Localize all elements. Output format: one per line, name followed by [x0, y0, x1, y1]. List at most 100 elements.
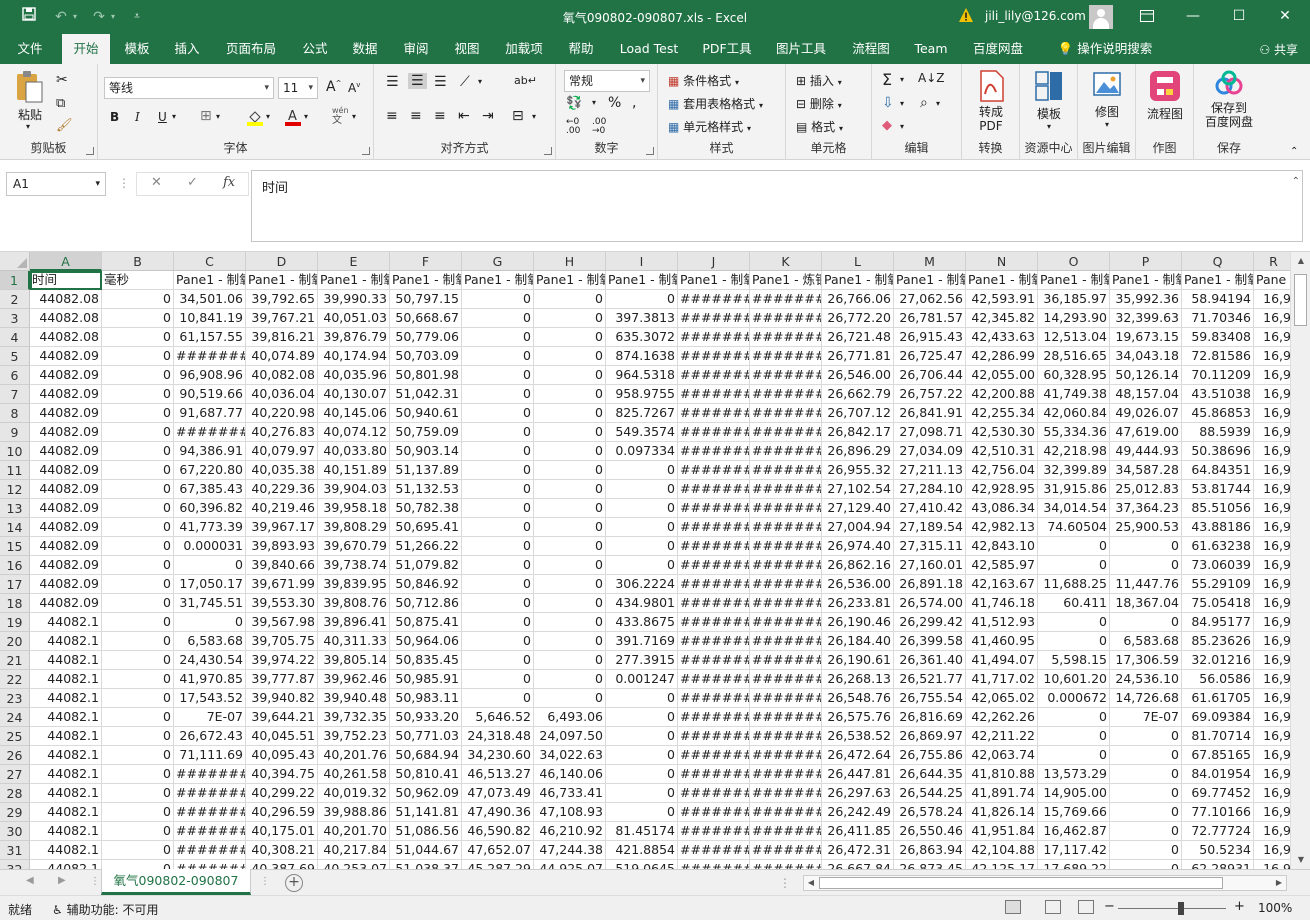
table-cell[interactable]: 26,578.24	[894, 803, 966, 822]
table-cell[interactable]: 53.81744	[1182, 480, 1254, 499]
table-cell[interactable]: 60,396.82	[174, 499, 246, 518]
table-cell[interactable]: 39,738.74	[318, 556, 390, 575]
table-cell[interactable]: #######	[750, 594, 822, 613]
table-cell[interactable]: 434.9801	[606, 594, 678, 613]
worksheet-grid[interactable]: ABCDEFGHIJKLMNOPQR 1 2 3 4 5 6 7 8 9 10 11 12 13 14 15…	[0, 252, 1290, 869]
table-cell[interactable]: #######	[678, 860, 750, 869]
format-painter-icon[interactable]: 🖌	[56, 118, 73, 133]
table-cell[interactable]: 50,684.94	[390, 746, 462, 765]
row-header[interactable]: 29	[0, 803, 30, 822]
table-cell[interactable]: 0	[534, 537, 606, 556]
table-cell[interactable]: 0.000031	[174, 537, 246, 556]
table-cell[interactable]: 69.09384	[1182, 708, 1254, 727]
copy-icon[interactable]: ⧉	[56, 96, 65, 111]
table-cell[interactable]: 0	[102, 765, 174, 784]
table-cell[interactable]: 26,268.13	[822, 670, 894, 689]
table-cell[interactable]: 40,220.98	[246, 404, 318, 423]
table-cell[interactable]: 42,756.04	[966, 461, 1038, 480]
column-header-o[interactable]: O	[1038, 252, 1110, 271]
table-cell[interactable]: 25,900.53	[1110, 518, 1182, 537]
table-cell[interactable]: 44082.1	[30, 746, 102, 765]
table-cell[interactable]: 0	[462, 347, 534, 366]
table-cell[interactable]: #######	[750, 784, 822, 803]
table-cell[interactable]: #######	[750, 708, 822, 727]
table-cell[interactable]: 44082.1	[30, 860, 102, 869]
table-cell[interactable]: 44082.1	[30, 670, 102, 689]
table-cell[interactable]: #######	[750, 480, 822, 499]
table-cell[interactable]: 40,051.03	[318, 309, 390, 328]
table-cell[interactable]: 26,190.61	[822, 651, 894, 670]
borders-icon[interactable]: ⊞	[200, 108, 212, 124]
clear-dropdown-icon[interactable]: ▾	[900, 122, 904, 131]
table-cell[interactable]: 0	[534, 689, 606, 708]
previous-sheet-icon[interactable]: ◀	[26, 875, 34, 886]
table-cell[interactable]: 0	[462, 651, 534, 670]
comma-style-icon[interactable]: ,	[632, 95, 636, 111]
table-cell[interactable]: 0	[102, 651, 174, 670]
table-cell[interactable]: 50,126.14	[1110, 366, 1182, 385]
table-cell[interactable]: 0	[102, 727, 174, 746]
table-cell[interactable]: 42,125.17	[966, 860, 1038, 869]
table-cell[interactable]: 16,9	[1254, 385, 1290, 404]
column-header-n[interactable]: N	[966, 252, 1038, 271]
table-cell[interactable]: 44082.09	[30, 518, 102, 537]
table-cell[interactable]: 40,130.07	[318, 385, 390, 404]
tab-picture-tools[interactable]: 图片工具	[768, 34, 834, 64]
table-cell[interactable]: 50,782.38	[390, 499, 462, 518]
table-cell[interactable]: 72.77724	[1182, 822, 1254, 841]
table-cell[interactable]: #######	[750, 518, 822, 537]
table-cell[interactable]: 50,779.06	[390, 328, 462, 347]
table-cell[interactable]: 40,074.12	[318, 423, 390, 442]
table-cell[interactable]: 43.51038	[1182, 385, 1254, 404]
table-cell[interactable]: 16,9	[1254, 784, 1290, 803]
table-cell[interactable]: 39,732.35	[318, 708, 390, 727]
table-cell[interactable]: 16,9	[1254, 518, 1290, 537]
table-cell[interactable]: 40,276.83	[246, 423, 318, 442]
table-cell[interactable]: 81.45174	[606, 822, 678, 841]
table-cell[interactable]: 16,9	[1254, 366, 1290, 385]
table-cell[interactable]: 44082.09	[30, 366, 102, 385]
table-cell[interactable]: #######	[750, 746, 822, 765]
table-cell[interactable]: 44082.09	[30, 556, 102, 575]
row-header[interactable]: 31	[0, 841, 30, 860]
table-cell[interactable]: 50,846.92	[390, 575, 462, 594]
row-header[interactable]: 19	[0, 613, 30, 632]
row-header[interactable]: 6	[0, 366, 30, 385]
table-cell[interactable]: 34,230.60	[462, 746, 534, 765]
table-cell[interactable]: 26,662.79	[822, 385, 894, 404]
table-cell[interactable]: #######	[750, 860, 822, 869]
table-cell[interactable]: 42,063.74	[966, 746, 1038, 765]
zoom-level[interactable]: 100%	[1258, 901, 1292, 915]
table-cell[interactable]: 24,430.54	[174, 651, 246, 670]
table-cell[interactable]: 17,050.17	[174, 575, 246, 594]
column-header-m[interactable]: M	[894, 252, 966, 271]
table-cell[interactable]: 16,9	[1254, 442, 1290, 461]
table-cell[interactable]: 0	[102, 670, 174, 689]
font-launcher-icon[interactable]	[362, 147, 370, 155]
table-cell[interactable]: 0	[102, 594, 174, 613]
ribbon-display-options-icon[interactable]	[1124, 0, 1170, 34]
table-cell[interactable]: 26,667.84	[822, 860, 894, 869]
table-cell[interactable]: #######	[750, 366, 822, 385]
table-cell[interactable]: 39,958.18	[318, 499, 390, 518]
table-cell[interactable]: 32,399.89	[1038, 461, 1110, 480]
column-header-p[interactable]: P	[1110, 252, 1182, 271]
table-cell[interactable]: 0	[102, 309, 174, 328]
row-header[interactable]: 10	[0, 442, 30, 461]
zoom-slider-thumb[interactable]	[1178, 902, 1184, 915]
header-cell[interactable]: Pane1 - 制氧	[822, 271, 894, 290]
column-header-k[interactable]: K	[750, 252, 822, 271]
table-cell[interactable]: 0	[534, 480, 606, 499]
table-cell[interactable]: #######	[678, 822, 750, 841]
table-cell[interactable]: 67,220.80	[174, 461, 246, 480]
table-cell[interactable]: 40,174.94	[318, 347, 390, 366]
scroll-up-icon[interactable]: ▲	[1294, 254, 1308, 268]
table-cell[interactable]: 39,896.41	[318, 613, 390, 632]
table-cell[interactable]: #######	[678, 537, 750, 556]
table-cell[interactable]: 0	[462, 404, 534, 423]
table-cell[interactable]: 6,583.68	[1110, 632, 1182, 651]
table-cell[interactable]: 47,619.00	[1110, 423, 1182, 442]
table-cell[interactable]: 26,771.81	[822, 347, 894, 366]
table-cell[interactable]: 40,229.36	[246, 480, 318, 499]
table-cell[interactable]: #######	[678, 841, 750, 860]
